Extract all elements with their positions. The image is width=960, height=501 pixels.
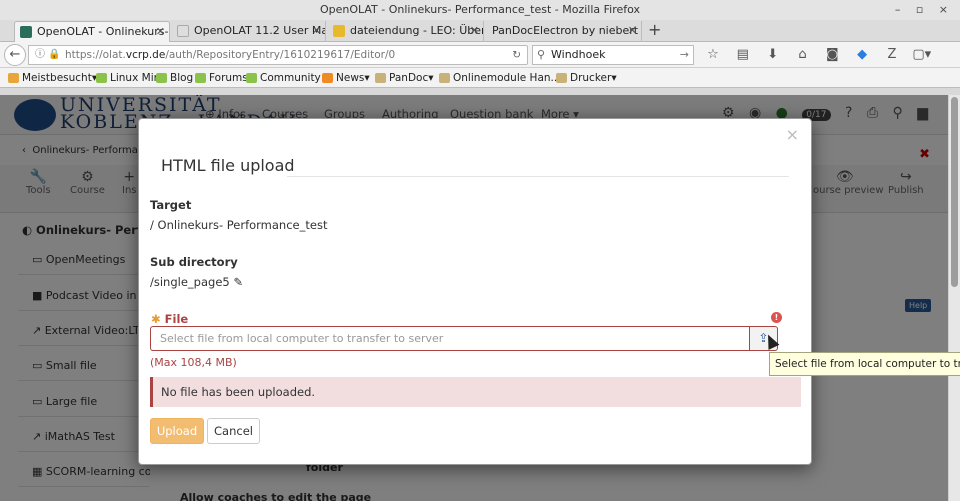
folder-icon [556,73,567,83]
edit-icon[interactable]: ✎ [233,275,243,289]
tab-label: OpenOLAT - Onlinekurs- ... [37,25,170,38]
tab-close-icon[interactable]: ✕ [628,21,637,41]
folder-icon [439,73,450,83]
zotero-icon[interactable]: Z [879,45,905,65]
max-size-hint: (Max 108,4 MB) [150,356,237,369]
tab-close-icon[interactable]: ✕ [312,21,321,41]
window-titlebar: OpenOLAT - Onlinekurs- Performance_test … [0,0,960,20]
file-input[interactable] [150,326,749,351]
required-star-icon: ✱ [151,312,161,326]
search-go-icon[interactable]: → [680,46,689,64]
tab-label: dateiendung - LEO: Übers... [350,24,484,37]
mint-icon [195,73,206,83]
search-icon: ⚲ [537,48,546,61]
extension-icon[interactable]: ◆ [849,45,875,65]
bookmark-label: Onlinemodule Han... [453,72,561,84]
tab-label: OpenOLAT 11.2 User Ma... [194,24,326,37]
bookmark-star-icon[interactable]: ☆ [700,45,726,65]
bookmark-item[interactable]: Meistbesucht▾ [8,68,97,88]
tab-pandocelectron[interactable]: PanDocElectron by niebert ✕ [486,21,642,42]
openolat-favicon-icon [20,26,32,38]
bookmark-item[interactable]: PanDoc▾ [375,68,434,88]
pocket-icon[interactable]: ◙ [819,45,845,65]
bookmark-label: PanDoc [389,72,429,84]
browse-tooltip: Select file from local computer to trans… [769,352,960,376]
tab-close-icon[interactable]: ✕ [470,21,479,41]
subdir-label: Sub directory [150,255,238,269]
url-path: /auth/RepositoryEntry/1610219617/Editor/… [165,49,396,61]
target-label: Target [150,198,192,212]
bookmark-item[interactable]: Linux Mint [96,68,164,88]
mint-icon [246,73,257,83]
bookmark-folder-icon [8,73,19,83]
url-domain: vcrp.de [125,49,166,61]
bookmark-item[interactable]: Forums [195,68,248,88]
window-title: OpenOLAT - Onlinekurs- Performance_test … [319,3,641,16]
error-alert: No file has been uploaded. [150,377,801,407]
scrollbar-thumb[interactable] [951,97,958,287]
subdir-path: /single_page5 [150,275,230,289]
cancel-button[interactable]: Cancel [207,418,260,444]
target-value: / Onlinekurs- Performance_test [150,218,328,232]
reload-icon[interactable]: ↻ [512,46,521,64]
url-prefix: https://olat. [65,49,126,61]
tab-close-icon[interactable]: ✕ [156,22,165,42]
bookmark-label: Meistbesucht [22,72,92,84]
bookmark-label: Community [260,72,321,84]
rss-icon [322,73,333,83]
error-icon: ! [771,312,782,323]
tab-label: PanDocElectron by niebert [492,24,639,37]
close-icon[interactable]: × [786,125,799,144]
site-info-icon[interactable]: ⓘ 🔒 [35,46,61,64]
navigation-bar: ← ⓘ 🔒 https://olat.vcrp.de/auth/Reposito… [0,42,960,82]
tab-openolat-course[interactable]: OpenOLAT - Onlinekurs- ... ✕ [14,21,170,42]
bookmarks-bar: Meistbesucht▾ Linux Mint Blog Forums Com… [0,68,960,88]
bookmark-item[interactable]: Onlinemodule Han...▾ [439,68,566,88]
bookmark-item[interactable]: News▾ [322,68,370,88]
page-scrollbar[interactable] [948,95,960,501]
bookmark-label: Forums [209,72,248,84]
mint-icon [156,73,167,83]
page-action-icon[interactable]: ▢▾ [909,45,935,65]
dialog-title: HTML file upload [161,156,295,175]
bookmark-item[interactable]: Community [246,68,321,88]
subdir-value: /single_page5 ✎ [150,275,243,289]
search-value: Windhoek [551,48,606,61]
download-icon[interactable]: ⬇ [760,45,786,65]
upload-button[interactable]: Upload [150,418,204,444]
url-bar[interactable]: ⓘ 🔒 https://olat.vcrp.de/auth/Repository… [28,45,528,65]
reading-list-icon[interactable]: ▤ [730,45,756,65]
html-upload-dialog: × HTML file upload Target / Onlinekurs- … [138,118,812,465]
search-input[interactable]: ⚲ Windhoek → [532,45,694,65]
folder-icon [375,73,386,83]
file-label: ✱ File [151,312,188,326]
bookmark-item[interactable]: Drucker▾ [556,68,617,88]
bookmark-label: Blog [170,72,194,84]
leo-favicon-icon [333,25,345,37]
home-icon[interactable]: ⌂ [789,45,815,65]
tab-openolat-manual[interactable]: OpenOLAT 11.2 User Ma... ✕ [172,21,326,42]
tab-leo[interactable]: dateiendung - LEO: Übers... ✕ [328,21,484,42]
new-tab-button[interactable]: + [648,20,661,40]
back-button[interactable]: ← [4,44,26,66]
bookmark-label: Drucker [570,72,612,84]
mint-icon [96,73,107,83]
file-label-text: File [164,312,189,326]
bookmark-label: News [336,72,365,84]
toolbar-icons: ☆ ▤ ⬇ ⌂ ◙ ◆ Z ▢▾ ☰ [700,45,960,82]
window-controls[interactable]: – ▫ × [895,0,954,20]
title-divider [287,176,789,177]
bookmark-item[interactable]: Blog [156,68,193,88]
page-favicon-icon [177,25,189,37]
tab-bar: OpenOLAT - Onlinekurs- ... ✕ OpenOLAT 11… [0,20,960,42]
